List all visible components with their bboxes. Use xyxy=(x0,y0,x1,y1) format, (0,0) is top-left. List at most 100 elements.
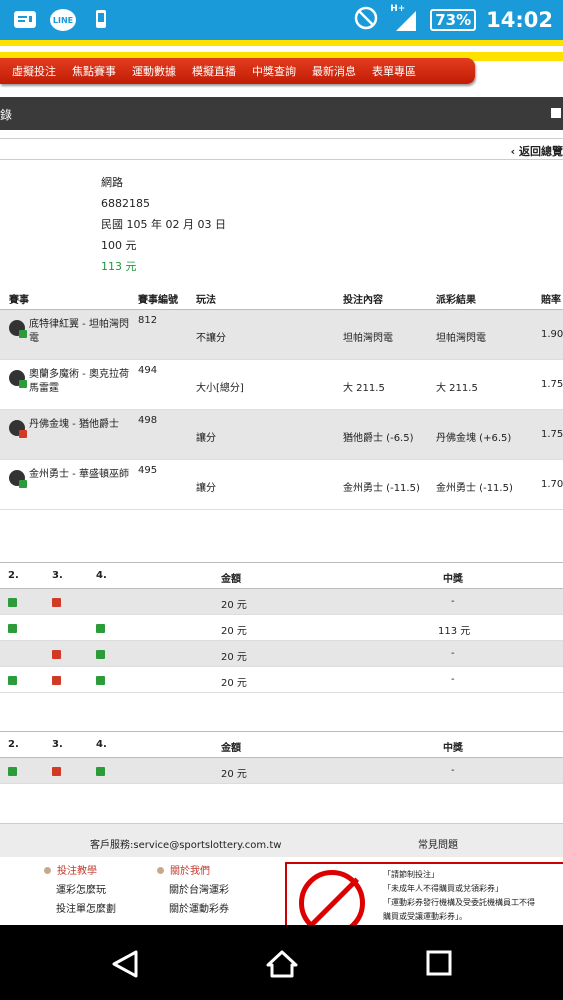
loss-mark-icon xyxy=(52,650,61,659)
warning-line: 購買或受讓運動彩券」。 xyxy=(383,912,467,921)
table-row: 20 元 - xyxy=(0,667,563,693)
nav-item-forms[interactable]: 表單專區 xyxy=(372,63,416,79)
footer-link[interactable]: 關於運動彩券 xyxy=(157,900,229,919)
print-icon[interactable] xyxy=(551,108,561,118)
status-bar: LINE H+ 73% 14:02 xyxy=(0,0,563,40)
back-icon[interactable] xyxy=(110,949,140,982)
table-header: 2. 3. 4. 金額 中獎 xyxy=(0,732,563,758)
line-app-icon: LINE xyxy=(50,7,76,33)
win-mark-icon xyxy=(8,624,17,633)
nav-item-simulated-live[interactable]: 模擬直播 xyxy=(192,63,236,79)
bet-result: 丹佛金塊 (+6.5) xyxy=(436,433,512,444)
message-notification-icon xyxy=(12,7,38,33)
footer-col-about: 關於我們 關於台灣運彩 關於運動彩券 xyxy=(157,862,229,919)
header-col-2: 2. xyxy=(8,570,19,581)
phone-vibrate-icon xyxy=(88,7,114,33)
warning-line: 「請節制投注」 xyxy=(383,870,439,879)
ticket-stake: 100 元 xyxy=(101,239,137,252)
amount: 20 元 xyxy=(221,678,247,689)
play-type: 讓分 xyxy=(196,433,216,444)
nav-item-virtual-bet[interactable]: 虛擬投注 xyxy=(12,63,56,79)
footer-bar: 客戶服務:service@sportslottery.com.tw 常見問題 xyxy=(0,823,563,857)
table-row: 奧蘭多魔術 - 奧克拉荷馬雷霆 494 大小[總分] 大 211.5 大 211… xyxy=(0,360,563,410)
bullet-icon xyxy=(44,867,51,874)
warning-line: 「運動彩券發行機構及受委託機構員工不得 xyxy=(383,898,535,907)
footer-col-heading: 關於我們 xyxy=(170,866,210,877)
footer-link[interactable]: 關於台灣運彩 xyxy=(157,881,229,900)
win-mark-icon xyxy=(8,676,17,685)
table-row: 20 元 - xyxy=(0,641,563,667)
warning-line: 「未成年人不得購買或兌領彩券」 xyxy=(383,884,503,893)
ticket-payout: 113 元 xyxy=(101,260,137,273)
win-mark-icon xyxy=(8,767,17,776)
loss-mark-icon xyxy=(52,598,61,607)
footer-col-tutorial: 投注教學 運彩怎麼玩 投注單怎麼劃 xyxy=(44,862,116,919)
match-name: 底特律紅翼 - 坦帕灣閃電 xyxy=(29,319,129,344)
nav-item-news[interactable]: 最新消息 xyxy=(312,63,356,79)
event-no: 498 xyxy=(138,415,158,426)
parlay-table: 2. 3. 4. 金額 中獎 20 元 - xyxy=(0,731,563,784)
header-col-2: 2. xyxy=(8,739,19,750)
faq-link[interactable]: 常見問題 xyxy=(418,836,458,851)
prize: - xyxy=(451,648,455,659)
footer-col-heading: 投注教學 xyxy=(57,866,97,877)
nav-item-prize-inquiry[interactable]: 中獎查詢 xyxy=(252,63,296,79)
table-header: 賽事 賽事編號 玩法 投注內容 派彩結果 賠率 xyxy=(0,288,563,310)
main-nav: 虛擬投注 焦點賽事 運動數據 模擬直播 中獎查詢 最新消息 表單專區 xyxy=(0,58,475,84)
hockey-icon xyxy=(9,320,27,338)
loss-mark-icon xyxy=(52,676,61,685)
header-event-no: 賽事編號 xyxy=(138,295,178,306)
home-icon[interactable] xyxy=(266,949,298,982)
event-no: 494 xyxy=(138,365,158,376)
play-type: 大小[總分] xyxy=(196,383,244,394)
page-title-bar: 錄 xyxy=(0,97,563,130)
header-col-4: 4. xyxy=(96,570,107,581)
loss-mark-icon xyxy=(52,767,61,776)
match-cell: 丹佛金塊 - 猶他爵士 xyxy=(9,418,134,438)
nav-item-sports-data[interactable]: 運動數據 xyxy=(132,63,176,79)
bet-content: 大 211.5 xyxy=(343,383,385,394)
back-row: ‹ 返回總覽 xyxy=(0,138,563,160)
footer-link[interactable]: 投注單怎麼劃 xyxy=(44,900,116,919)
match-cell: 奧蘭多魔術 - 奧克拉荷馬雷霆 xyxy=(9,368,134,396)
nav-item-focus-events[interactable]: 焦點賽事 xyxy=(72,63,116,79)
match-name: 奧蘭多魔術 - 奧克拉荷馬雷霆 xyxy=(29,369,129,394)
no-minors-icon xyxy=(299,870,365,925)
parlay-table: 2. 3. 4. 金額 中獎 20 元 - 20 元 113 元 20 元 - … xyxy=(0,562,563,693)
play-type: 不讓分 xyxy=(196,333,226,344)
bullet-icon xyxy=(157,867,164,874)
do-not-disturb-icon xyxy=(354,6,378,33)
table-row: 20 元 - xyxy=(0,589,563,615)
header-prize: 中獎 xyxy=(443,743,463,754)
prize: - xyxy=(451,765,455,776)
event-no: 812 xyxy=(138,315,158,326)
header-play-type: 玩法 xyxy=(196,295,216,306)
clock: 14:02 xyxy=(486,7,553,32)
basketball-icon xyxy=(9,370,27,388)
header-amount: 金額 xyxy=(221,743,241,754)
header-col-3: 3. xyxy=(52,739,63,750)
bet-content: 猶他爵士 (-6.5) xyxy=(343,433,414,444)
bet-content: 金州勇士 (-11.5) xyxy=(343,483,420,494)
header-prize: 中獎 xyxy=(443,574,463,585)
back-to-overview-link[interactable]: ‹ 返回總覽 xyxy=(511,143,563,159)
win-mark-icon xyxy=(8,598,17,607)
customer-service-link[interactable]: 客戶服務:service@sportslottery.com.tw xyxy=(90,836,281,851)
prize: 113 元 xyxy=(438,626,471,637)
amount: 20 元 xyxy=(221,600,247,611)
match-cell: 底特律紅翼 - 坦帕灣閃電 xyxy=(9,318,134,346)
bet-content: 坦帕灣閃電 xyxy=(343,333,393,344)
prize: - xyxy=(451,596,455,607)
header-bet-content: 投注內容 xyxy=(343,295,383,306)
amount: 20 元 xyxy=(221,626,247,637)
footer-link[interactable]: 運彩怎麼玩 xyxy=(44,881,116,900)
recent-apps-icon[interactable] xyxy=(425,949,453,980)
header-stripe xyxy=(0,40,563,46)
page-title: 錄 xyxy=(0,108,13,122)
header-match: 賽事 xyxy=(9,295,29,306)
bet-odds: 1.90 xyxy=(541,329,563,340)
win-mark-icon xyxy=(96,624,105,633)
bet-result: 大 211.5 xyxy=(436,383,478,394)
win-mark-icon xyxy=(96,676,105,685)
table-row: 20 元 - xyxy=(0,758,563,784)
